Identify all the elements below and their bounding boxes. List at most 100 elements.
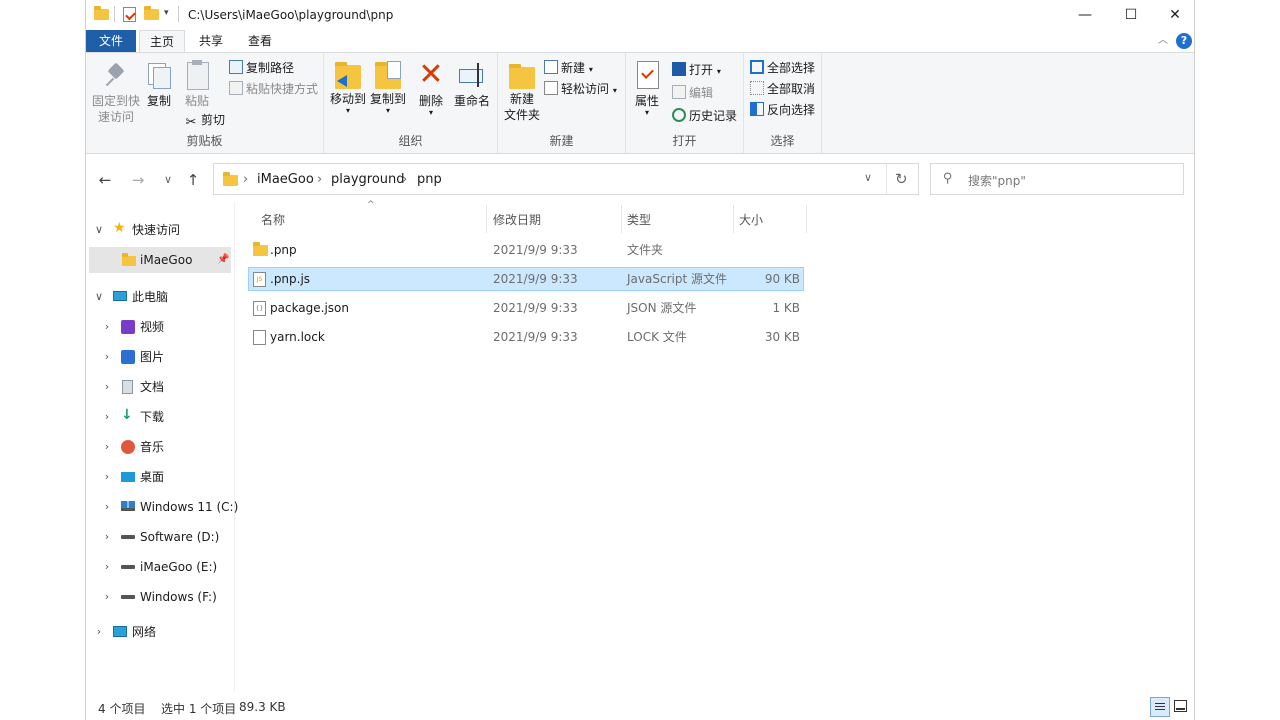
help-icon[interactable]: ?: [1176, 33, 1192, 49]
chevron-right-icon[interactable]: ›: [101, 584, 113, 610]
nav-drive-f[interactable]: › Windows (F:): [86, 584, 234, 610]
history-button[interactable]: 历史记录: [672, 107, 737, 125]
tab-view[interactable]: 查看: [238, 30, 282, 52]
chevron-down-icon[interactable]: ∨: [93, 284, 105, 310]
delete-button[interactable]: ✕ 删除 ▾: [414, 59, 448, 117]
folder-icon: [122, 253, 136, 266]
copy-button[interactable]: 复制: [144, 59, 174, 109]
column-divider[interactable]: [621, 205, 622, 233]
column-header-type[interactable]: 类型: [627, 210, 651, 230]
back-button[interactable]: ←: [95, 170, 115, 190]
nav-documents[interactable]: › 文档: [86, 374, 234, 400]
copy-path-icon: [229, 60, 243, 74]
rename-button[interactable]: 重命名: [452, 59, 492, 109]
folder-icon: [253, 242, 268, 256]
column-divider[interactable]: [486, 205, 487, 233]
nav-desktop[interactable]: › 桌面: [86, 464, 234, 490]
file-row[interactable]: yarn.lock 2021/9/9 9:33 LOCK 文件 30 KB: [248, 325, 804, 349]
group-organize: 移动到 ▾ 复制到 ▾ ✕ 删除 ▾ 重命名 组织: [324, 53, 498, 153]
properties-icon[interactable]: [123, 7, 136, 22]
easy-access-button[interactable]: 轻松访问 ▾: [544, 80, 617, 98]
large-icons-view-button[interactable]: [1174, 700, 1187, 712]
column-divider[interactable]: [806, 205, 807, 233]
breadcrumb-item[interactable]: iMaeGoo: [257, 172, 314, 187]
nav-pinned-imaegoo[interactable]: iMaeGoo 📌: [89, 247, 231, 273]
nav-network[interactable]: › 网络: [86, 619, 234, 645]
copy-to-button[interactable]: 复制到 ▾: [368, 59, 408, 115]
copy-path-button[interactable]: 复制路径: [229, 59, 294, 77]
search-input[interactable]: 搜索"pnp": [968, 172, 1026, 189]
address-dropdown-icon[interactable]: ∨: [864, 171, 872, 184]
file-row[interactable]: .pnp 2021/9/9 9:33 文件夹: [248, 238, 804, 262]
maximize-button[interactable]: ☐: [1108, 0, 1154, 30]
nav-this-pc[interactable]: ∨ 此电脑: [86, 284, 234, 310]
chevron-right-icon[interactable]: ›: [101, 404, 113, 430]
nav-drive-c[interactable]: › Windows 11 (C:): [86, 494, 238, 520]
divider: [886, 164, 887, 194]
chevron-right-icon[interactable]: ›: [101, 464, 113, 490]
chevron-down-icon[interactable]: ∨: [93, 217, 105, 243]
nav-drive-d[interactable]: › Software (D:): [86, 524, 234, 550]
new-folder-icon[interactable]: [144, 6, 159, 20]
customize-toolbar-icon[interactable]: ▾: [164, 8, 169, 24]
column-header-name[interactable]: 名称: [261, 210, 285, 230]
tab-share[interactable]: 共享: [189, 30, 233, 52]
select-none-button[interactable]: 全部取消: [750, 80, 815, 98]
chevron-right-icon[interactable]: ›: [101, 494, 113, 520]
download-icon: ↓: [121, 407, 133, 423]
status-selected-size: 89.3 KB: [239, 700, 286, 714]
breadcrumb-item[interactable]: playground: [331, 172, 405, 187]
chevron-right-icon[interactable]: ›: [101, 374, 113, 400]
open-button[interactable]: 打开 ▾: [672, 61, 721, 79]
chevron-right-icon[interactable]: ›: [93, 619, 105, 645]
search-box[interactable]: ⚲ 搜索"pnp": [930, 163, 1184, 195]
chevron-right-icon[interactable]: ›: [101, 524, 113, 550]
collapse-ribbon-icon[interactable]: ︿: [1156, 30, 1170, 52]
recent-locations-button[interactable]: ∨: [158, 170, 178, 190]
file-type: LOCK 文件: [627, 330, 687, 344]
tab-file[interactable]: 文件: [86, 30, 136, 52]
paste-button[interactable]: 粘贴: [182, 59, 212, 109]
forward-button[interactable]: →: [128, 170, 148, 190]
chevron-right-icon[interactable]: ›: [101, 344, 113, 370]
nav-drive-e[interactable]: › iMaeGoo (E:): [86, 554, 234, 580]
address-bar[interactable]: › iMaeGoo › playground › pnp ∨ ↻: [213, 163, 919, 195]
up-button[interactable]: ↑: [183, 170, 203, 190]
breadcrumb-item[interactable]: pnp: [417, 172, 442, 187]
nav-videos[interactable]: › 视频: [86, 314, 234, 340]
new-item-button[interactable]: 新建 ▾: [544, 59, 593, 77]
network-icon: [113, 626, 127, 637]
chevron-right-icon[interactable]: ›: [101, 434, 113, 460]
nav-quick-access[interactable]: ∨ ★ 快速访问: [86, 217, 234, 243]
properties-button[interactable]: 属性 ▾: [630, 59, 664, 117]
edit-button[interactable]: 编辑: [672, 84, 713, 102]
minimize-button[interactable]: —: [1062, 0, 1108, 30]
chevron-right-icon[interactable]: ›: [101, 314, 113, 340]
new-folder-button[interactable]: 新建 文件夹: [502, 59, 542, 123]
nav-pictures[interactable]: › 图片: [86, 344, 234, 370]
rename-icon: [457, 59, 487, 91]
chevron-right-icon[interactable]: ›: [101, 554, 113, 580]
file-row[interactable]: {} package.json 2021/9/9 9:33 JSON 源文件 1…: [248, 296, 804, 320]
pin-quick-access-button[interactable]: 固定到快 速访问: [90, 59, 142, 125]
close-button[interactable]: ✕: [1152, 0, 1198, 30]
details-view-button[interactable]: [1150, 697, 1170, 717]
file-name: yarn.lock: [270, 330, 325, 344]
paste-shortcut-button[interactable]: 粘贴快捷方式: [229, 80, 318, 98]
file-name: package.json: [270, 301, 350, 315]
column-divider[interactable]: [733, 205, 734, 233]
nav-downloads[interactable]: › ↓ 下载: [86, 404, 234, 430]
tab-home[interactable]: 主页: [139, 30, 185, 52]
column-header-modified[interactable]: 修改日期: [493, 210, 541, 230]
easy-access-icon: [544, 81, 558, 95]
file-row-selected[interactable]: JS .pnp.js 2021/9/9 9:33 JavaScript 源文件 …: [248, 267, 804, 291]
cut-button[interactable]: ✂ 剪切: [184, 111, 225, 130]
refresh-icon[interactable]: ↻: [895, 170, 908, 188]
column-header-size[interactable]: 大小: [739, 210, 763, 230]
file-modified: 2021/9/9 9:33: [493, 243, 578, 257]
select-all-button[interactable]: 全部选择: [750, 59, 815, 77]
javascript-file-icon: JS: [253, 272, 266, 287]
move-to-button[interactable]: 移动到 ▾: [328, 59, 368, 115]
nav-music[interactable]: › 音乐: [86, 434, 234, 460]
invert-selection-button[interactable]: 反向选择: [750, 101, 815, 119]
